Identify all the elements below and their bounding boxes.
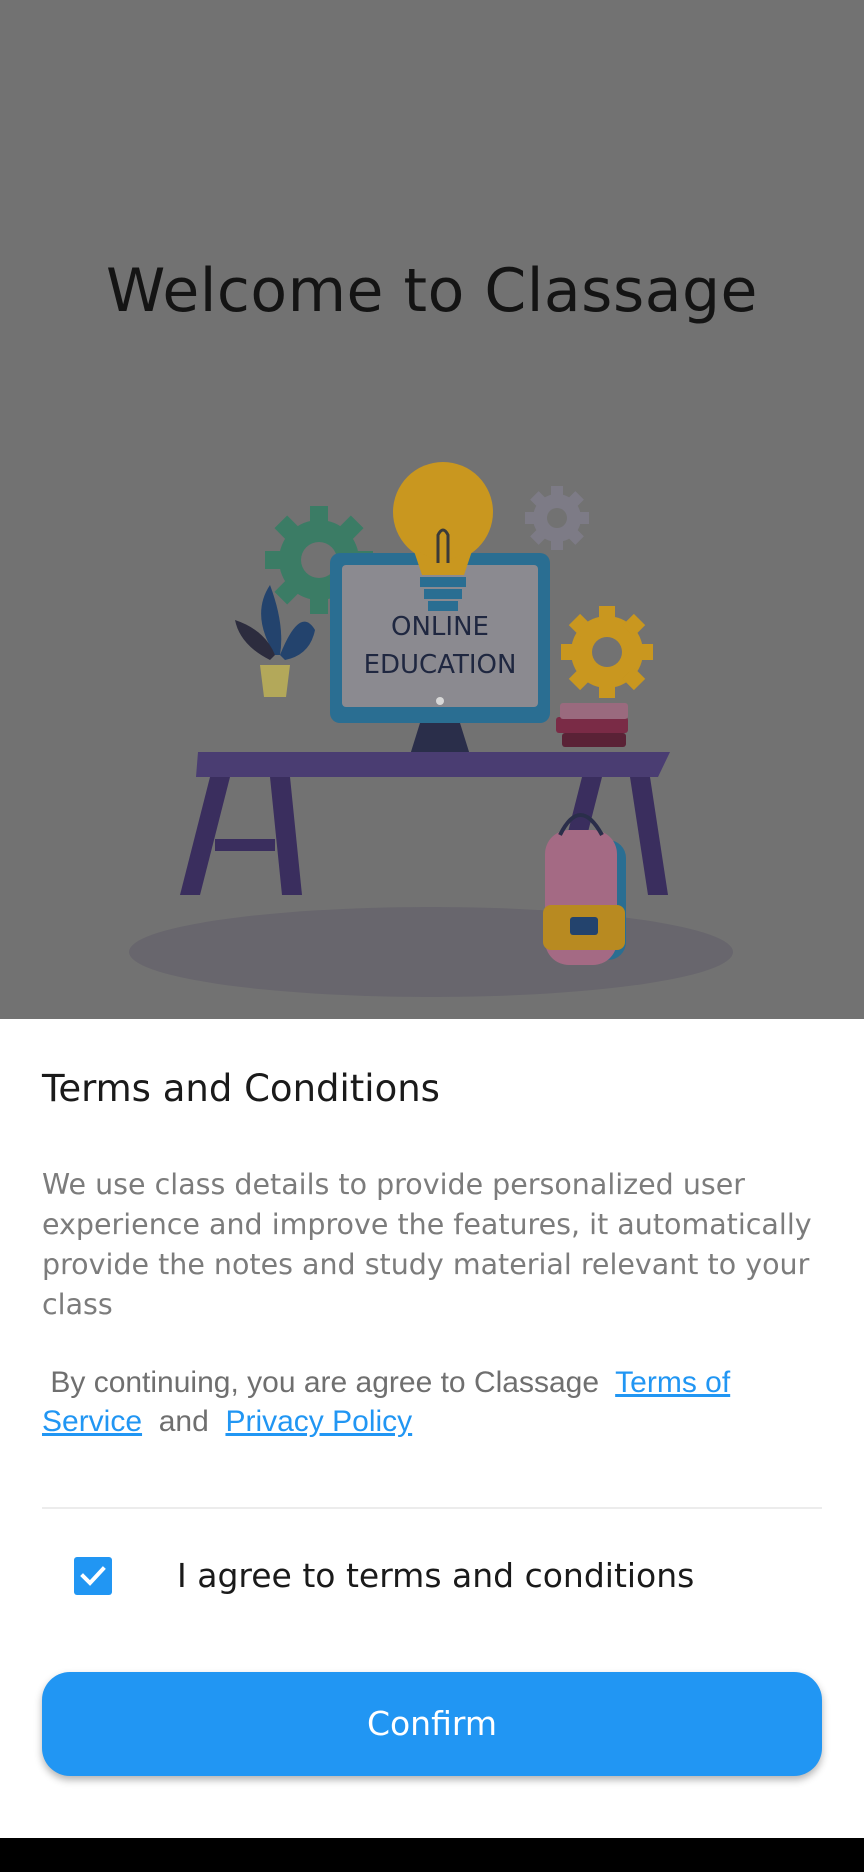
confirm-button[interactable]: Confirm [42, 1672, 822, 1776]
online-education-illustration: ONLINE EDUCATION [129, 462, 733, 997]
consent-prefix: By continuing, you are agree to Classage [50, 1366, 600, 1399]
system-navigation-bar [0, 1838, 864, 1872]
backpack-icon [543, 813, 626, 965]
books-icon [556, 703, 628, 747]
grey-gear-icon [525, 486, 589, 550]
svg-text:ONLINE: ONLINE [391, 612, 489, 642]
terms-description: We use class details to provide personal… [42, 1168, 812, 1321]
agree-checkbox[interactable] [74, 1557, 112, 1595]
consent-text: By continuing, you are agree to Classage… [42, 1363, 832, 1441]
plant-icon [235, 585, 315, 697]
checkmark-icon [80, 1566, 106, 1586]
privacy-policy-link[interactable]: Privacy Policy [225, 1405, 412, 1438]
divider [42, 1507, 822, 1509]
app-screen: Welcome to Classage ONLINE EDUCATION Ter… [0, 0, 864, 1838]
consent-and: and [158, 1405, 209, 1438]
svg-text:EDUCATION: EDUCATION [364, 650, 517, 680]
yellow-gear-icon [561, 606, 653, 698]
agree-label[interactable]: I agree to terms and conditions [177, 1556, 694, 1595]
welcome-title: Welcome to Classage [106, 256, 758, 326]
welcome-backdrop: Welcome to Classage ONLINE EDUCATION [0, 0, 864, 1019]
terms-bottom-sheet: Terms and Conditions We use class detail… [0, 1019, 864, 1838]
terms-title: Terms and Conditions [42, 1067, 440, 1110]
